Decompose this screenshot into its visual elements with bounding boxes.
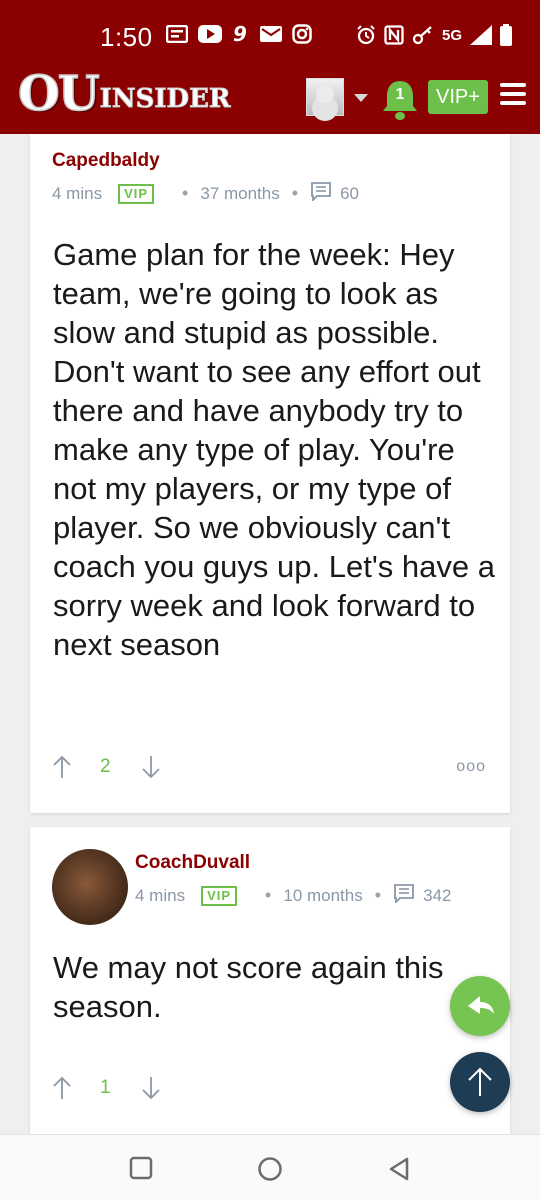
home-icon[interactable] bbox=[256, 1155, 284, 1183]
post-card: Capedbaldy 4 mins VIP • 37 months • 60 G… bbox=[30, 134, 510, 813]
nfc-icon bbox=[384, 25, 404, 45]
notifications-button[interactable]: 1 bbox=[380, 78, 420, 122]
separator-dot: • bbox=[265, 885, 272, 905]
comment-count: 60 bbox=[340, 183, 359, 203]
status-time: 1:50 bbox=[100, 22, 153, 52]
comment-icon bbox=[310, 181, 332, 206]
downvote-arrow-icon[interactable] bbox=[141, 754, 161, 780]
more-options-icon[interactable]: ooo bbox=[456, 758, 486, 776]
downvote-arrow-icon[interactable] bbox=[141, 1075, 161, 1101]
svg-text:9: 9 bbox=[233, 24, 247, 44]
site-logo[interactable]: OU INSIDER bbox=[17, 66, 231, 122]
post-meta: 4 mins VIP • 10 months • 342 bbox=[135, 883, 451, 908]
back-icon[interactable] bbox=[386, 1155, 412, 1183]
post-time: 4 mins bbox=[135, 885, 186, 905]
vote-score: 1 bbox=[100, 1077, 111, 1098]
alarm-icon bbox=[356, 25, 376, 45]
upvote-arrow-icon[interactable] bbox=[52, 754, 72, 780]
scroll-to-top-button[interactable] bbox=[450, 1052, 510, 1112]
key-icon bbox=[412, 25, 434, 45]
news-icon bbox=[166, 25, 188, 43]
app-9-icon: 9 bbox=[232, 24, 250, 44]
vip-badge: VIP bbox=[118, 183, 155, 204]
membership-duration: 37 months bbox=[200, 183, 280, 203]
comment-count: 342 bbox=[423, 885, 452, 905]
chevron-down-icon[interactable] bbox=[354, 94, 368, 102]
recents-icon[interactable] bbox=[128, 1155, 154, 1181]
vip-plus-button[interactable]: VIP+ bbox=[428, 80, 488, 114]
post-username[interactable]: Capedbaldy bbox=[52, 150, 160, 172]
separator-dot: • bbox=[291, 183, 299, 203]
vote-row: 1 bbox=[52, 1075, 161, 1101]
post-username[interactable]: CoachDuvall bbox=[135, 852, 250, 874]
system-icons: 5G bbox=[356, 24, 512, 46]
network-label: 5G bbox=[441, 26, 462, 44]
arrow-up-icon bbox=[468, 1067, 492, 1096]
notification-count: 1 bbox=[395, 86, 405, 103]
vote-score: 2 bbox=[100, 756, 111, 777]
upvote-arrow-icon[interactable] bbox=[52, 1075, 72, 1101]
notification-icons: 9 bbox=[166, 24, 312, 44]
post-body: Game plan for the week: Hey team, we're … bbox=[53, 237, 495, 662]
vote-row: 2 bbox=[52, 754, 161, 780]
comment-icon bbox=[393, 883, 415, 908]
reply-button[interactable] bbox=[450, 976, 510, 1036]
mail-icon bbox=[260, 26, 282, 42]
youtube-icon bbox=[198, 25, 222, 43]
post-meta: 4 mins VIP • 37 months • 60 bbox=[52, 181, 359, 206]
membership-duration: 10 months bbox=[283, 885, 363, 905]
post-card: CoachDuvall 4 mins VIP • 10 months • 342… bbox=[30, 827, 510, 1137]
post-time: 4 mins bbox=[52, 183, 103, 203]
app-header: OU INSIDER 1 VIP+ bbox=[0, 66, 540, 134]
signal-icon bbox=[470, 25, 492, 45]
logo-insider-text: INSIDER bbox=[99, 84, 231, 114]
vip-badge: VIP bbox=[201, 885, 238, 906]
instagram-icon bbox=[292, 24, 312, 44]
separator-dot: • bbox=[374, 885, 382, 905]
system-nav-bar bbox=[0, 1134, 540, 1200]
user-avatar[interactable] bbox=[306, 78, 344, 116]
hamburger-menu-icon[interactable] bbox=[500, 83, 526, 107]
post-body: We may not score again this season. bbox=[53, 950, 444, 1024]
separator-dot: • bbox=[182, 183, 189, 203]
status-bar: 1:50 9 5G bbox=[0, 0, 540, 66]
logo-ou-text: OU bbox=[17, 66, 100, 122]
battery-icon bbox=[500, 24, 512, 46]
reply-icon bbox=[468, 996, 494, 1014]
user-avatar[interactable] bbox=[52, 849, 128, 925]
